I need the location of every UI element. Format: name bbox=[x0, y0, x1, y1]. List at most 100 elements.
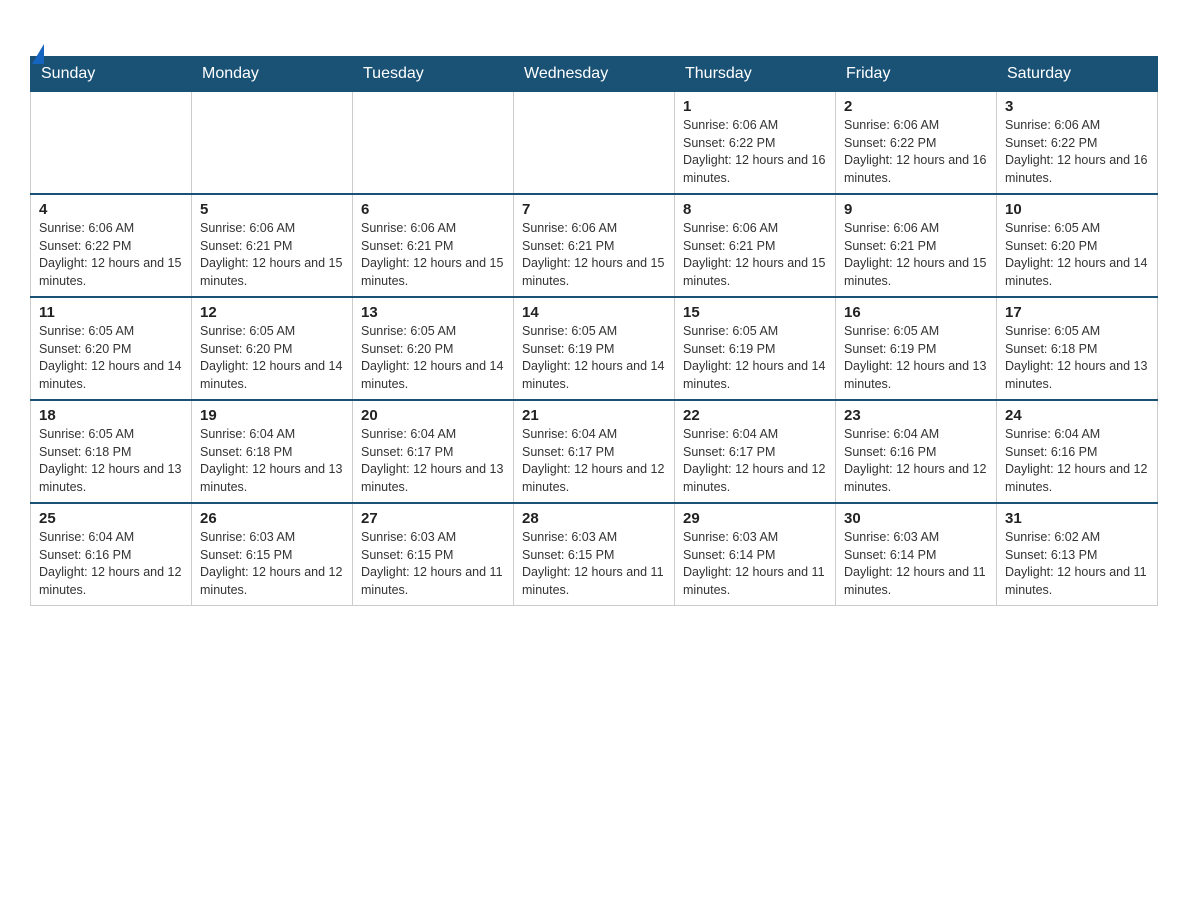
day-number: 23 bbox=[844, 407, 988, 424]
calendar-week-row: 18 Sunrise: 6:05 AMSunset: 6:18 PMDayligh… bbox=[31, 400, 1158, 503]
logo-text bbox=[30, 20, 44, 46]
day-info: Sunrise: 6:04 AMSunset: 6:16 PMDaylight:… bbox=[39, 529, 183, 599]
calendar-cell: 26 Sunrise: 6:03 AMSunset: 6:15 PMDayligh… bbox=[192, 503, 353, 606]
calendar-cell: 28 Sunrise: 6:03 AMSunset: 6:15 PMDayligh… bbox=[514, 503, 675, 606]
day-info: Sunrise: 6:06 AMSunset: 6:21 PMDaylight:… bbox=[361, 220, 505, 290]
day-number: 31 bbox=[1005, 510, 1149, 527]
day-number: 11 bbox=[39, 304, 183, 321]
day-number: 26 bbox=[200, 510, 344, 527]
day-info: Sunrise: 6:05 AMSunset: 6:18 PMDaylight:… bbox=[1005, 323, 1149, 393]
calendar-cell: 5 Sunrise: 6:06 AMSunset: 6:21 PMDaylight… bbox=[192, 194, 353, 297]
calendar-cell bbox=[514, 92, 675, 195]
day-info: Sunrise: 6:03 AMSunset: 6:14 PMDaylight:… bbox=[683, 529, 827, 599]
day-info: Sunrise: 6:05 AMSunset: 6:20 PMDaylight:… bbox=[39, 323, 183, 393]
calendar-cell: 31Sunrise: 6:02 AMSunset: 6:13 PMDayligh… bbox=[997, 503, 1158, 606]
day-info: Sunrise: 6:06 AMSunset: 6:22 PMDaylight:… bbox=[844, 117, 988, 187]
calendar-cell: 20 Sunrise: 6:04 AMSunset: 6:17 PMDayligh… bbox=[353, 400, 514, 503]
day-number: 24 bbox=[1005, 407, 1149, 424]
calendar-cell: 12Sunrise: 6:05 AMSunset: 6:20 PMDayligh… bbox=[192, 297, 353, 400]
day-number: 18 bbox=[39, 407, 183, 424]
calendar-cell: 18 Sunrise: 6:05 AMSunset: 6:18 PMDayligh… bbox=[31, 400, 192, 503]
day-info: Sunrise: 6:03 AMSunset: 6:15 PMDaylight:… bbox=[200, 529, 344, 599]
day-number: 17 bbox=[1005, 304, 1149, 321]
col-header-thursday: Thursday bbox=[675, 57, 836, 92]
day-number: 4 bbox=[39, 201, 183, 218]
day-info: Sunrise: 6:06 AMSunset: 6:21 PMDaylight:… bbox=[844, 220, 988, 290]
calendar-cell: 11 Sunrise: 6:05 AMSunset: 6:20 PMDayligh… bbox=[31, 297, 192, 400]
day-number: 22 bbox=[683, 407, 827, 424]
calendar-cell: 9Sunrise: 6:06 AMSunset: 6:21 PMDaylight… bbox=[836, 194, 997, 297]
calendar-header-row: SundayMondayTuesdayWednesdayThursdayFrid… bbox=[31, 57, 1158, 92]
col-header-sunday: Sunday bbox=[31, 57, 192, 92]
day-number: 3 bbox=[1005, 98, 1149, 115]
calendar-week-row: 1 Sunrise: 6:06 AMSunset: 6:22 PMDaylight… bbox=[31, 92, 1158, 195]
day-number: 2 bbox=[844, 98, 988, 115]
calendar-cell: 21 Sunrise: 6:04 AMSunset: 6:17 PMDayligh… bbox=[514, 400, 675, 503]
day-info: Sunrise: 6:04 AMSunset: 6:18 PMDaylight:… bbox=[200, 426, 344, 496]
calendar-cell: 4 Sunrise: 6:06 AMSunset: 6:22 PMDaylight… bbox=[31, 194, 192, 297]
day-info: Sunrise: 6:04 AMSunset: 6:16 PMDaylight:… bbox=[844, 426, 988, 496]
calendar-week-row: 25 Sunrise: 6:04 AMSunset: 6:16 PMDayligh… bbox=[31, 503, 1158, 606]
day-info: Sunrise: 6:03 AMSunset: 6:14 PMDaylight:… bbox=[844, 529, 988, 599]
day-number: 27 bbox=[361, 510, 505, 527]
day-info: Sunrise: 6:06 AMSunset: 6:22 PMDaylight:… bbox=[1005, 117, 1149, 187]
day-number: 25 bbox=[39, 510, 183, 527]
day-info: Sunrise: 6:04 AMSunset: 6:17 PMDaylight:… bbox=[361, 426, 505, 496]
calendar-cell: 24Sunrise: 6:04 AMSunset: 6:16 PMDayligh… bbox=[997, 400, 1158, 503]
calendar-cell: 29 Sunrise: 6:03 AMSunset: 6:14 PMDayligh… bbox=[675, 503, 836, 606]
calendar-cell: 27 Sunrise: 6:03 AMSunset: 6:15 PMDayligh… bbox=[353, 503, 514, 606]
calendar-cell: 22 Sunrise: 6:04 AMSunset: 6:17 PMDayligh… bbox=[675, 400, 836, 503]
calendar-week-row: 4 Sunrise: 6:06 AMSunset: 6:22 PMDaylight… bbox=[31, 194, 1158, 297]
calendar-cell: 8 Sunrise: 6:06 AMSunset: 6:21 PMDaylight… bbox=[675, 194, 836, 297]
logo bbox=[30, 20, 44, 46]
day-info: Sunrise: 6:05 AMSunset: 6:20 PMDaylight:… bbox=[361, 323, 505, 393]
calendar-cell: 23 Sunrise: 6:04 AMSunset: 6:16 PMDayligh… bbox=[836, 400, 997, 503]
day-number: 13 bbox=[361, 304, 505, 321]
day-info: Sunrise: 6:03 AMSunset: 6:15 PMDaylight:… bbox=[361, 529, 505, 599]
day-number: 7 bbox=[522, 201, 666, 218]
day-info: Sunrise: 6:05 AMSunset: 6:20 PMDaylight:… bbox=[1005, 220, 1149, 290]
calendar-cell: 15 Sunrise: 6:05 AMSunset: 6:19 PMDayligh… bbox=[675, 297, 836, 400]
day-info: Sunrise: 6:06 AMSunset: 6:21 PMDaylight:… bbox=[683, 220, 827, 290]
day-number: 28 bbox=[522, 510, 666, 527]
day-number: 14 bbox=[522, 304, 666, 321]
day-info: Sunrise: 6:03 AMSunset: 6:15 PMDaylight:… bbox=[522, 529, 666, 599]
day-info: Sunrise: 6:06 AMSunset: 6:22 PMDaylight:… bbox=[39, 220, 183, 290]
col-header-wednesday: Wednesday bbox=[514, 57, 675, 92]
day-number: 16 bbox=[844, 304, 988, 321]
header bbox=[30, 20, 1158, 46]
day-info: Sunrise: 6:04 AMSunset: 6:17 PMDaylight:… bbox=[683, 426, 827, 496]
day-number: 29 bbox=[683, 510, 827, 527]
day-number: 10 bbox=[1005, 201, 1149, 218]
col-header-saturday: Saturday bbox=[997, 57, 1158, 92]
calendar-cell bbox=[192, 92, 353, 195]
calendar-cell: 17 Sunrise: 6:05 AMSunset: 6:18 PMDayligh… bbox=[997, 297, 1158, 400]
day-number: 8 bbox=[683, 201, 827, 218]
calendar-cell: 14 Sunrise: 6:05 AMSunset: 6:19 PMDayligh… bbox=[514, 297, 675, 400]
day-number: 15 bbox=[683, 304, 827, 321]
day-number: 1 bbox=[683, 98, 827, 115]
day-info: Sunrise: 6:05 AMSunset: 6:19 PMDaylight:… bbox=[522, 323, 666, 393]
calendar-cell: 1Sunrise: 6:06 AMSunset: 6:22 PMDaylight… bbox=[675, 92, 836, 195]
day-number: 21 bbox=[522, 407, 666, 424]
day-info: Sunrise: 6:04 AMSunset: 6:17 PMDaylight:… bbox=[522, 426, 666, 496]
col-header-friday: Friday bbox=[836, 57, 997, 92]
calendar-cell: 2 Sunrise: 6:06 AMSunset: 6:22 PMDaylight… bbox=[836, 92, 997, 195]
day-number: 30 bbox=[844, 510, 988, 527]
calendar-cell: 10 Sunrise: 6:05 AMSunset: 6:20 PMDayligh… bbox=[997, 194, 1158, 297]
calendar-cell: 3 Sunrise: 6:06 AMSunset: 6:22 PMDaylight… bbox=[997, 92, 1158, 195]
calendar-cell: 16Sunrise: 6:05 AMSunset: 6:19 PMDayligh… bbox=[836, 297, 997, 400]
day-number: 20 bbox=[361, 407, 505, 424]
calendar-cell bbox=[31, 92, 192, 195]
calendar-week-row: 11 Sunrise: 6:05 AMSunset: 6:20 PMDayligh… bbox=[31, 297, 1158, 400]
calendar-table: SundayMondayTuesdayWednesdayThursdayFrid… bbox=[30, 56, 1158, 606]
day-info: Sunrise: 6:05 AMSunset: 6:19 PMDaylight:… bbox=[683, 323, 827, 393]
day-number: 5 bbox=[200, 201, 344, 218]
day-info: Sunrise: 6:06 AMSunset: 6:21 PMDaylight:… bbox=[200, 220, 344, 290]
calendar-cell bbox=[353, 92, 514, 195]
day-number: 19 bbox=[200, 407, 344, 424]
calendar-cell: 30 Sunrise: 6:03 AMSunset: 6:14 PMDayligh… bbox=[836, 503, 997, 606]
day-info: Sunrise: 6:05 AMSunset: 6:18 PMDaylight:… bbox=[39, 426, 183, 496]
day-info: Sunrise: 6:05 AMSunset: 6:20 PMDaylight:… bbox=[200, 323, 344, 393]
col-header-tuesday: Tuesday bbox=[353, 57, 514, 92]
